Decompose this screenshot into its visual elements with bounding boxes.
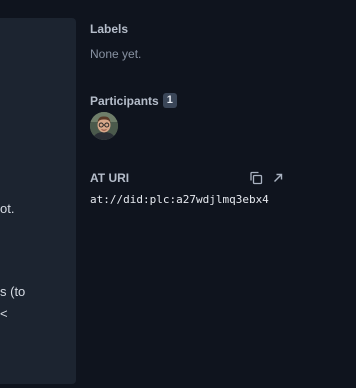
participants-heading: Participants 1 <box>90 93 177 108</box>
participants-label: Participants <box>90 93 159 108</box>
details-sidebar: Labels None yet. Participants 1 AT URI a… <box>90 0 356 388</box>
copy-icon <box>250 171 263 185</box>
open-uri-button[interactable] <box>271 171 285 185</box>
content-text-fragment: ot. <box>0 201 15 216</box>
content-panel: ot. s (to < <box>0 18 76 384</box>
content-text-fragment: s (to <box>0 284 26 299</box>
external-link-icon <box>274 173 283 182</box>
labels-empty-text: None yet. <box>90 47 142 61</box>
avatar-image <box>90 112 118 140</box>
participant-avatar[interactable] <box>90 112 118 140</box>
participants-count-badge: 1 <box>162 93 177 108</box>
at-uri-heading: AT URI <box>90 171 130 185</box>
at-uri-value[interactable]: at://did:plc:a27wdjlmq3ebx4 <box>90 193 284 206</box>
labels-heading: Labels <box>90 22 129 36</box>
content-text-fragment: < <box>0 306 8 321</box>
page: ot. s (to < Labels None yet. Participant… <box>0 0 356 388</box>
copy-uri-button[interactable] <box>249 171 263 185</box>
